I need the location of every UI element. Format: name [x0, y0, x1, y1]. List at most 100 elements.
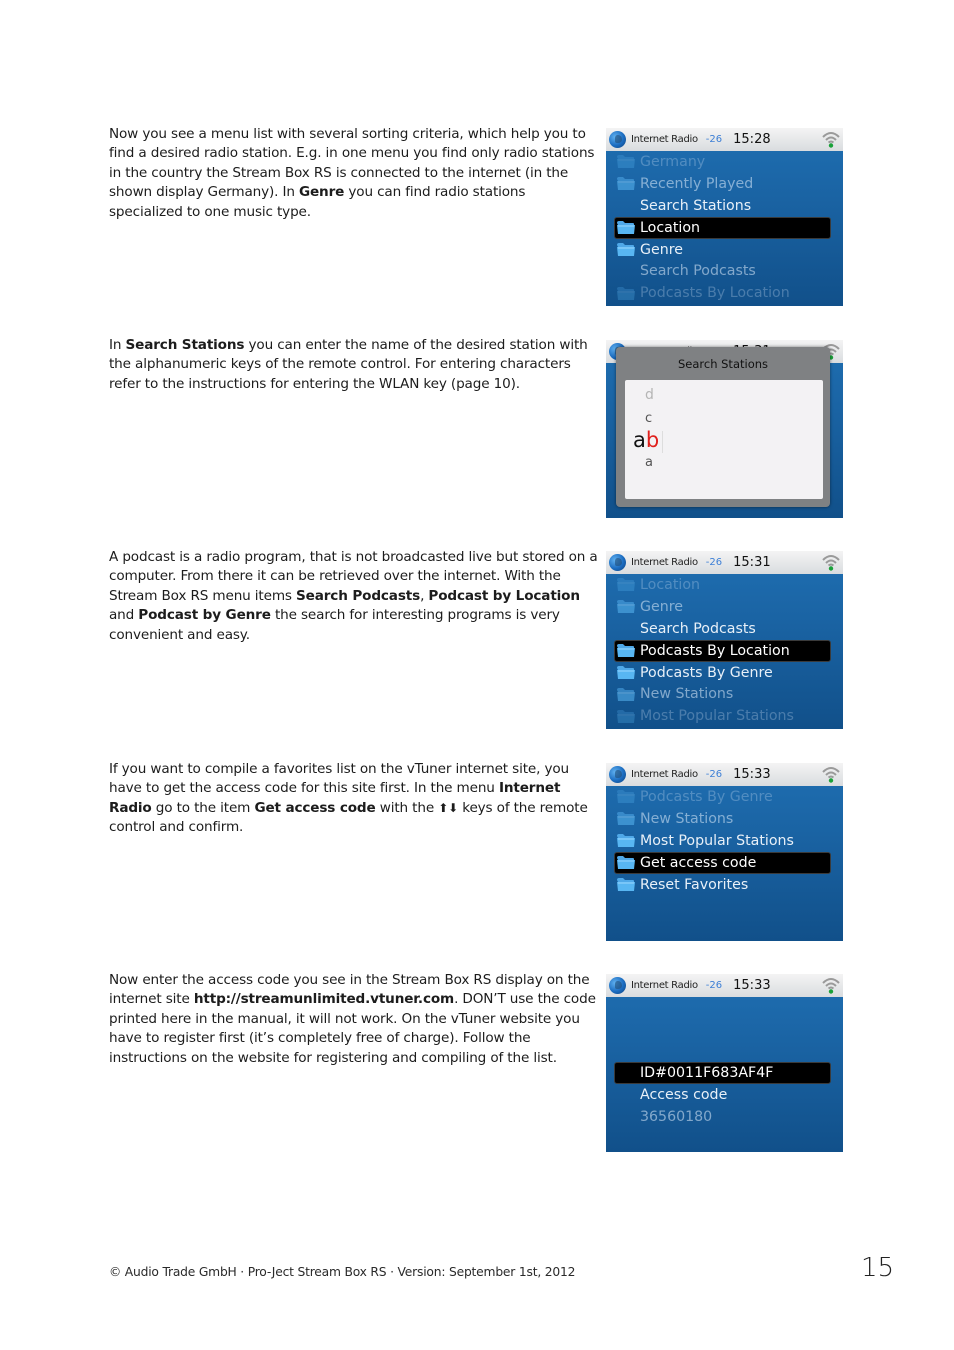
menu-item-label: Reset Favorites — [640, 876, 749, 893]
status-bar: Internet Radio -26 15:33 — [606, 974, 843, 997]
search-dialog: Search Stations d c ab a — [616, 347, 830, 507]
bold-term: Podcast by Genre — [138, 607, 271, 624]
folder-icon — [617, 856, 635, 870]
menu-item-label: Germany — [640, 153, 706, 170]
menu-item[interactable]: Podcasts By Location — [606, 282, 843, 304]
menu-item[interactable]: Search Podcasts — [606, 618, 843, 640]
status-bar: Internet Radio -26 15:33 — [606, 763, 843, 786]
menu-item[interactable]: Germany — [606, 151, 843, 173]
menu-item[interactable]: Podcasts By Location — [606, 639, 843, 662]
access-line: Access code — [606, 1084, 843, 1106]
app-title: Internet Radio — [631, 134, 698, 145]
text-run: with the — [375, 799, 439, 816]
bold-term: http://streamunlimited.vtuner.com — [193, 991, 455, 1008]
app-title: Internet Radio — [631, 980, 698, 991]
menu-item-label: Podcasts By Genre — [640, 664, 773, 681]
bold-term: Search Stations — [125, 337, 245, 353]
folder-icon — [617, 687, 635, 701]
menu-list: Germany Recently Played Search Stations Loc… — [606, 151, 843, 304]
folder-icon — [617, 600, 635, 614]
device-screen-podcasts-menu: Location Genre Search Podcasts Podcasts By … — [606, 551, 843, 729]
menu-item[interactable]: Search Podcasts — [606, 260, 843, 282]
folder-icon — [617, 286, 635, 300]
folder-icon — [617, 221, 635, 235]
folder-icon — [617, 644, 635, 658]
menu-item[interactable]: Location — [606, 216, 843, 239]
folder-icon — [617, 666, 635, 679]
access-line: 36560180 — [606, 1106, 843, 1128]
menu-list: Location Genre Search Podcasts Podcasts By … — [606, 574, 843, 727]
folder-icon — [617, 155, 635, 169]
clock-time: 15:31 — [733, 555, 771, 570]
folder-icon — [617, 709, 635, 723]
signal-strength: -26 — [705, 769, 723, 780]
menu-item[interactable]: Most Popular Stations — [606, 705, 843, 727]
menu-item-label: Most Popular Stations — [640, 708, 794, 725]
menu-item[interactable]: New Stations — [606, 683, 843, 705]
clock-time: 15:28 — [733, 132, 771, 147]
menu-item-label: New Stations — [640, 686, 734, 703]
app-title: Internet Radio — [631, 769, 698, 780]
device-screen-access-code-display: ID#0011F683AF4F Access code 36560180 Intern… — [606, 974, 843, 1152]
menu-list: Podcasts By Genre New Stations Most Popula… — [606, 786, 843, 895]
wifi-icon — [821, 130, 841, 149]
text-run: In — [109, 337, 126, 353]
folder-icon — [617, 812, 635, 826]
menu-item-label: Location — [640, 576, 701, 593]
bold-term: Genre — [298, 184, 345, 201]
menu-item-label: Podcasts By Location — [640, 285, 790, 302]
menu-item[interactable]: New Stations — [606, 808, 843, 830]
text-cursor — [662, 431, 663, 453]
app-title: Internet Radio — [631, 557, 698, 568]
globe-icon — [609, 977, 626, 994]
folder-icon — [617, 834, 635, 848]
device-screen-search-stations: Internet Radio-2615:31Search Stationsdca… — [606, 340, 843, 518]
access-info: ID#0011F683AF4F Access code 36560180 — [606, 1062, 843, 1128]
menu-item-label: Search Stations — [640, 197, 752, 214]
menu-item-label: Most Popular Stations — [640, 832, 794, 849]
text-run: go to the item — [151, 799, 255, 816]
globe-icon — [609, 554, 626, 571]
char-option: a — [645, 455, 653, 470]
wifi-icon — [821, 765, 841, 784]
up-down-arrows-icon: ⬆⬇ — [438, 800, 459, 815]
access-line-label: Access code — [640, 1086, 728, 1103]
menu-item-label: Location — [640, 219, 701, 236]
folder-icon — [617, 790, 635, 804]
access-line[interactable]: ID#0011F683AF4F — [606, 1062, 843, 1084]
paragraph-vtuner-website: Now enter the access code you see in the… — [109, 971, 599, 1068]
device-screen-access-code-menu: Podcasts By Genre New Stations Most Popula… — [606, 763, 843, 941]
menu-item[interactable]: Recently Played — [606, 173, 843, 195]
menu-item-label: Search Podcasts — [640, 263, 756, 280]
bold-term: Get access code — [254, 799, 376, 816]
menu-item-label: New Stations — [640, 810, 734, 827]
menu-item[interactable]: Reset Favorites — [606, 874, 843, 896]
menu-item[interactable]: Podcasts By Genre — [606, 662, 843, 684]
menu-item[interactable]: Genre — [606, 239, 843, 261]
text-run: and — [109, 607, 139, 624]
status-bar: Internet Radio -26 15:31 — [606, 551, 843, 574]
footer-copyright: © Audio Trade GmbH · Pro-Ject Stream Box… — [109, 1265, 576, 1279]
signal-strength: -26 — [705, 557, 723, 568]
menu-item[interactable]: Location — [606, 574, 843, 596]
menu-item[interactable]: Most Popular Stations — [606, 830, 843, 852]
input-text: ab — [633, 428, 659, 452]
char-option: d — [645, 387, 654, 403]
page-number: 15 — [861, 1253, 895, 1283]
menu-item[interactable]: Search Stations — [606, 195, 843, 217]
committed-char: a — [633, 428, 646, 452]
globe-icon — [609, 766, 626, 783]
menu-item-label: Get access code — [640, 854, 757, 871]
menu-item-label: Recently Played — [640, 175, 754, 192]
menu-item[interactable]: Podcasts By Genre — [606, 786, 843, 808]
device-screen-location-menu: Germany Recently Played Search Stations Loc… — [606, 128, 843, 306]
paragraph-search-stations: In Search Stations you can enter the nam… — [109, 336, 599, 394]
paragraph-menu-criteria: Now you see a menu list with several sor… — [109, 125, 599, 222]
folder-icon — [617, 243, 635, 256]
menu-item[interactable]: Get access code — [606, 851, 843, 874]
menu-item[interactable]: Genre — [606, 596, 843, 618]
menu-item-label: Genre — [640, 241, 683, 258]
search-input[interactable]: d c ab a — [625, 380, 823, 499]
signal-strength: -26 — [705, 134, 723, 145]
folder-icon — [617, 578, 635, 592]
